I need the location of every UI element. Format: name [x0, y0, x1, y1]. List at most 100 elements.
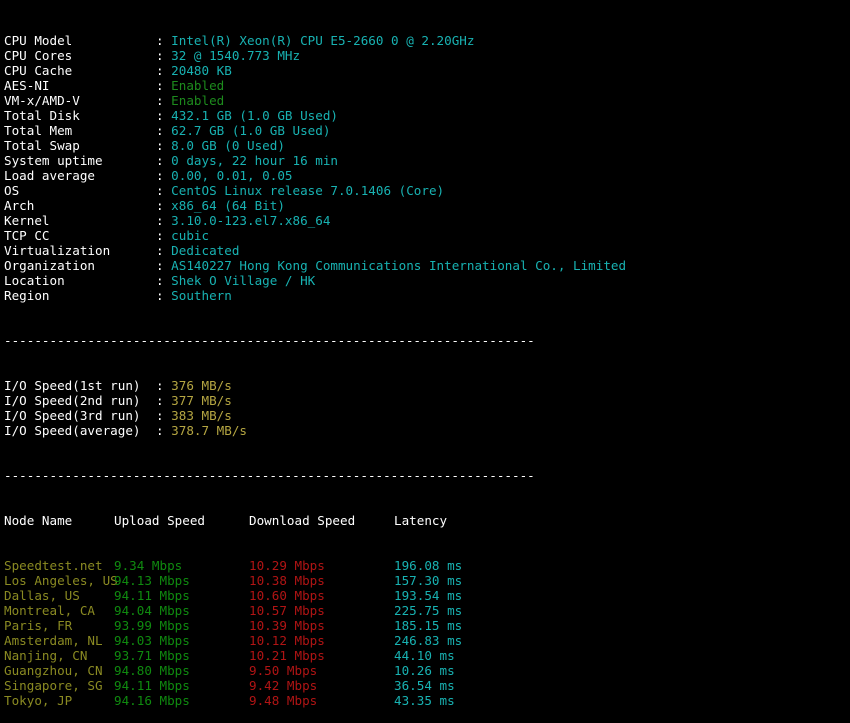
speedtest-download-speed: 10.38 Mbps — [249, 573, 394, 588]
speedtest-row: Tokyo, JP94.16 Mbps9.48 Mbps43.35 ms — [4, 693, 850, 708]
speedtest-results-block: Speedtest.net9.34 Mbps10.29 Mbps196.08 m… — [4, 558, 850, 708]
system-info-value: Intel(R) Xeon(R) CPU E5-2660 0 @ 2.20GHz — [171, 33, 474, 48]
speedtest-download-speed: 10.21 Mbps — [249, 648, 394, 663]
system-info-value: 0 days, 22 hour 16 min — [171, 153, 338, 168]
system-info-colon: : — [156, 78, 171, 93]
speedtest-latency: 193.54 ms — [394, 588, 462, 603]
speedtest-upload-speed: 94.03 Mbps — [114, 633, 249, 648]
system-info-label: Arch — [4, 198, 156, 213]
separator-line-bottom: ----------------------------------------… — [4, 468, 850, 483]
speedtest-latency: 44.10 ms — [394, 648, 455, 663]
system-info-label: System uptime — [4, 153, 156, 168]
system-info-value: 8.0 GB (0 Used) — [171, 138, 285, 153]
speedtest-upload-speed: 94.16 Mbps — [114, 693, 249, 708]
speedtest-column-headers: Node NameUpload SpeedDownload SpeedLaten… — [4, 513, 850, 528]
system-info-row: AES-NI: Enabled — [4, 78, 850, 93]
speedtest-upload-speed: 93.99 Mbps — [114, 618, 249, 633]
system-info-value: x86_64 (64 Bit) — [171, 198, 285, 213]
system-info-value: AS140227 Hong Kong Communications Intern… — [171, 258, 626, 273]
speedtest-header-upload: Upload Speed — [114, 513, 249, 528]
system-info-label: Region — [4, 288, 156, 303]
speedtest-row: Nanjing, CN93.71 Mbps10.21 Mbps44.10 ms — [4, 648, 850, 663]
speedtest-node-name: Montreal, CA — [4, 603, 114, 618]
system-info-label: Load average — [4, 168, 156, 183]
system-info-row: Virtualization: Dedicated — [4, 243, 850, 258]
speedtest-download-speed: 9.48 Mbps — [249, 693, 394, 708]
speedtest-download-speed: 10.12 Mbps — [249, 633, 394, 648]
system-info-label: Virtualization — [4, 243, 156, 258]
system-info-value: cubic — [171, 228, 209, 243]
io-speed-row: I/O Speed(2nd run): 377 MB/s — [4, 393, 850, 408]
speedtest-latency: 185.15 ms — [394, 618, 462, 633]
system-info-block: CPU Model: Intel(R) Xeon(R) CPU E5-2660 … — [4, 33, 850, 303]
system-info-label: Kernel — [4, 213, 156, 228]
io-speed-colon: : — [156, 423, 171, 438]
system-info-colon: : — [156, 288, 171, 303]
system-info-colon: : — [156, 228, 171, 243]
terminal-output: CPU Model: Intel(R) Xeon(R) CPU E5-2660 … — [0, 0, 850, 723]
system-info-row: Organization: AS140227 Hong Kong Communi… — [4, 258, 850, 273]
speedtest-node-name: Tokyo, JP — [4, 693, 114, 708]
system-info-colon: : — [156, 213, 171, 228]
system-info-label: Total Disk — [4, 108, 156, 123]
speedtest-upload-speed: 93.71 Mbps — [114, 648, 249, 663]
speedtest-upload-speed: 94.11 Mbps — [114, 588, 249, 603]
speedtest-node-name: Dallas, US — [4, 588, 114, 603]
system-info-row: CPU Model: Intel(R) Xeon(R) CPU E5-2660 … — [4, 33, 850, 48]
speedtest-row: Speedtest.net9.34 Mbps10.29 Mbps196.08 m… — [4, 558, 850, 573]
speedtest-latency: 157.30 ms — [394, 573, 462, 588]
speedtest-upload-speed: 94.04 Mbps — [114, 603, 249, 618]
io-speed-row: I/O Speed(1st run): 376 MB/s — [4, 378, 850, 393]
system-info-label: CPU Cache — [4, 63, 156, 78]
speedtest-download-speed: 10.29 Mbps — [249, 558, 394, 573]
system-info-colon: : — [156, 48, 171, 63]
system-info-colon: : — [156, 93, 171, 108]
system-info-colon: : — [156, 63, 171, 78]
io-speed-value: 376 MB/s — [171, 378, 232, 393]
speedtest-node-name: Paris, FR — [4, 618, 114, 633]
system-info-label: Organization — [4, 258, 156, 273]
system-info-colon: : — [156, 258, 171, 273]
system-info-value: Enabled — [171, 93, 224, 108]
system-info-colon: : — [156, 33, 171, 48]
speedtest-download-speed: 10.60 Mbps — [249, 588, 394, 603]
speedtest-node-name: Guangzhou, CN — [4, 663, 114, 678]
io-speed-row: I/O Speed(average): 378.7 MB/s — [4, 423, 850, 438]
speedtest-download-speed: 9.42 Mbps — [249, 678, 394, 693]
system-info-colon: : — [156, 108, 171, 123]
system-info-row: Kernel: 3.10.0-123.el7.x86_64 — [4, 213, 850, 228]
system-info-value: 62.7 GB (1.0 GB Used) — [171, 123, 330, 138]
system-info-label: OS — [4, 183, 156, 198]
io-speed-colon: : — [156, 408, 171, 423]
speedtest-latency: 43.35 ms — [394, 693, 455, 708]
system-info-value: 0.00, 0.01, 0.05 — [171, 168, 292, 183]
speedtest-row: Dallas, US94.11 Mbps10.60 Mbps193.54 ms — [4, 588, 850, 603]
speedtest-row: Montreal, CA94.04 Mbps10.57 Mbps225.75 m… — [4, 603, 850, 618]
speedtest-latency: 196.08 ms — [394, 558, 462, 573]
system-info-row: OS: CentOS Linux release 7.0.1406 (Core) — [4, 183, 850, 198]
io-speed-label: I/O Speed(2nd run) — [4, 393, 156, 408]
system-info-row: Arch: x86_64 (64 Bit) — [4, 198, 850, 213]
system-info-row: System uptime: 0 days, 22 hour 16 min — [4, 153, 850, 168]
io-speed-label: I/O Speed(3rd run) — [4, 408, 156, 423]
system-info-colon: : — [156, 198, 171, 213]
speedtest-row: Guangzhou, CN94.80 Mbps9.50 Mbps10.26 ms — [4, 663, 850, 678]
system-info-colon: : — [156, 273, 171, 288]
system-info-value: Southern — [171, 288, 232, 303]
system-info-colon: : — [156, 168, 171, 183]
io-speed-label: I/O Speed(1st run) — [4, 378, 156, 393]
system-info-colon: : — [156, 153, 171, 168]
speedtest-upload-speed: 9.34 Mbps — [114, 558, 249, 573]
system-info-label: AES-NI — [4, 78, 156, 93]
system-info-colon: : — [156, 138, 171, 153]
system-info-row: Total Disk: 432.1 GB (1.0 GB Used) — [4, 108, 850, 123]
system-info-row: Region: Southern — [4, 288, 850, 303]
speedtest-node-name: Singapore, SG — [4, 678, 114, 693]
system-info-label: Location — [4, 273, 156, 288]
speedtest-upload-speed: 94.11 Mbps — [114, 678, 249, 693]
system-info-label: CPU Cores — [4, 48, 156, 63]
speedtest-upload-speed: 94.80 Mbps — [114, 663, 249, 678]
system-info-value: CentOS Linux release 7.0.1406 (Core) — [171, 183, 444, 198]
speedtest-download-speed: 9.50 Mbps — [249, 663, 394, 678]
system-info-colon: : — [156, 183, 171, 198]
